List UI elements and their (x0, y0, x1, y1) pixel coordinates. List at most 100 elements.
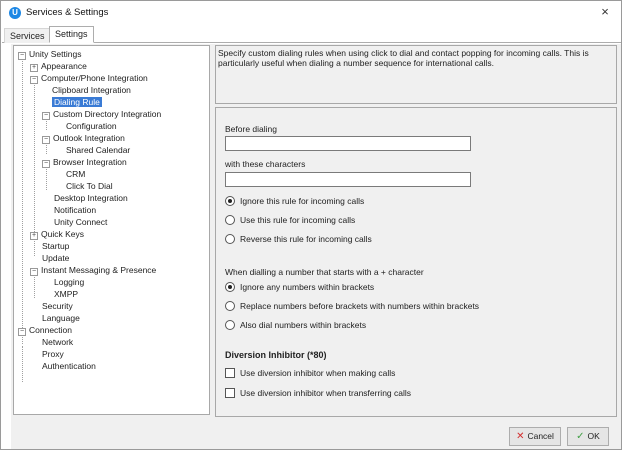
collapse-icon[interactable]: − (42, 160, 50, 168)
use-rule-incoming-label[interactable]: Use this rule for incoming calls (240, 215, 355, 225)
description-text: Specify custom dialing rules when using … (218, 48, 589, 68)
before-dialing-input[interactable] (225, 136, 471, 151)
tree-item-label: Click To Dial (66, 181, 113, 191)
with-characters-label: with these characters (225, 159, 306, 169)
tree-item-language[interactable]: Language (42, 313, 80, 324)
tree-item-label: Configuration (66, 121, 117, 131)
collapse-icon[interactable]: − (30, 268, 38, 276)
diversion-making-calls-checkbox[interactable] (225, 368, 235, 378)
expand-icon[interactable]: + (30, 64, 38, 72)
window-title: Services & Settings (26, 7, 109, 18)
tree-item-startup[interactable]: Startup (42, 241, 69, 252)
tree-item-label: Security (42, 301, 73, 311)
tree-item-appearance[interactable]: + Appearance (30, 61, 87, 72)
tree-item-label: CRM (66, 169, 86, 179)
tree-item-xmpp[interactable]: XMPP (54, 289, 78, 300)
cancel-icon: ✕ (516, 431, 525, 442)
tree-item-authentication[interactable]: Authentication (42, 361, 96, 372)
tree-item-notification[interactable]: Notification (54, 205, 96, 216)
tree-item-label: Authentication (42, 361, 96, 371)
ok-button[interactable]: ✓ OK (567, 427, 609, 446)
before-dialing-label: Before dialing (225, 124, 277, 134)
tree-item-unity-connect[interactable]: Unity Connect (54, 217, 107, 228)
ignore-rule-incoming-radio[interactable] (225, 196, 235, 206)
tree-item-proxy[interactable]: Proxy (42, 349, 64, 360)
tree-item-quick-keys[interactable]: + Quick Keys (30, 229, 84, 240)
tree-item-connection[interactable]: − Connection (18, 325, 72, 336)
app-icon: U (9, 7, 21, 19)
tree-item-label: Startup (42, 241, 70, 251)
tree-connector (46, 166, 47, 190)
diversion-transferring-calls-label[interactable]: Use diversion inhibitor when transferrin… (240, 388, 411, 398)
tree-connector (34, 274, 35, 298)
tree-item-security[interactable]: Security (42, 301, 73, 312)
tree-item-label: Update (42, 253, 70, 263)
collapse-icon[interactable]: − (42, 112, 50, 120)
tree-item-crm[interactable]: CRM (66, 169, 85, 180)
settings-tree[interactable]: − Unity Settings + Appearance − Computer/Ph… (13, 45, 210, 415)
title-bar: U Services & Settings × (1, 1, 621, 25)
tree-item-label: Quick Keys (41, 229, 84, 239)
tree-item-clipboard-integration[interactable]: Clipboard Integration (52, 85, 131, 96)
tab-services[interactable]: Services (4, 28, 51, 43)
tab-settings[interactable]: Settings (49, 26, 94, 43)
tree-item-desktop-integration[interactable]: Desktop Integration (54, 193, 128, 204)
description-panel: Specify custom dialing rules when using … (215, 45, 617, 104)
tree-item-logging[interactable]: Logging (54, 277, 84, 288)
tree-item-update[interactable]: Update (42, 253, 69, 264)
tree-item-label: Computer/Phone Integration (41, 73, 148, 83)
replace-brackets-radio[interactable] (225, 301, 235, 311)
collapse-icon[interactable]: − (42, 136, 50, 144)
diversion-transferring-calls-checkbox[interactable] (225, 388, 235, 398)
tree-item-label: Browser Integration (53, 157, 127, 167)
dialing-rule-panel: Before dialing with these characters Ign… (215, 107, 617, 417)
collapse-icon[interactable]: − (18, 328, 26, 336)
tree-item-computer-phone-integration[interactable]: − Computer/Phone Integration (30, 73, 148, 84)
close-button[interactable]: × (597, 4, 613, 20)
ignore-rule-incoming-label[interactable]: Ignore this rule for incoming calls (240, 196, 364, 206)
also-dial-brackets-label[interactable]: Also dial numbers within brackets (240, 320, 366, 330)
tree-item-shared-calendar[interactable]: Shared Calendar (66, 145, 130, 156)
tree-item-label: Shared Calendar (66, 145, 131, 155)
expand-icon[interactable]: + (30, 232, 38, 240)
tree-item-unity-settings[interactable]: − Unity Settings (18, 49, 81, 60)
tree-item-outlook-integration[interactable]: − Outlook Integration (42, 133, 125, 144)
tree-item-custom-directory-integration[interactable]: − Custom Directory Integration (42, 109, 161, 120)
tree-item-label: Network (42, 337, 74, 347)
diversion-making-calls-label[interactable]: Use diversion inhibitor when making call… (240, 368, 395, 378)
plus-number-heading: When dialling a number that starts with … (225, 267, 424, 277)
tree-item-label: Notification (54, 205, 97, 215)
with-characters-input[interactable] (225, 172, 471, 187)
tree-item-label: Logging (54, 277, 85, 287)
tree-item-label: Connection (29, 325, 73, 335)
use-rule-incoming-radio[interactable] (225, 215, 235, 225)
tree-item-click-to-dial[interactable]: Click To Dial (66, 181, 113, 192)
reverse-rule-incoming-label[interactable]: Reverse this rule for incoming calls (240, 234, 372, 244)
tree-connector (22, 346, 23, 382)
ignore-brackets-label[interactable]: Ignore any numbers within brackets (240, 282, 374, 292)
also-dial-brackets-radio[interactable] (225, 320, 235, 330)
tree-item-label: Proxy (42, 349, 64, 359)
tree-item-dialing-rule[interactable]: Dialing Rule (52, 97, 102, 108)
tree-item-configuration[interactable]: Configuration (66, 121, 117, 132)
replace-brackets-label[interactable]: Replace numbers before brackets with num… (240, 301, 479, 311)
tree-item-instant-messaging-presence[interactable]: − Instant Messaging & Presence (30, 265, 156, 276)
settings-window: U Services & Settings × Services Setting… (0, 0, 622, 450)
tree-item-browser-integration[interactable]: − Browser Integration (42, 157, 127, 168)
tree-item-label: Instant Messaging & Presence (41, 265, 157, 275)
tree-item-network[interactable]: Network (42, 337, 73, 348)
cancel-button[interactable]: ✕ Cancel (509, 427, 561, 446)
collapse-icon[interactable]: − (30, 76, 38, 84)
tree-item-label: Dialing Rule (52, 97, 102, 107)
ignore-brackets-radio[interactable] (225, 282, 235, 292)
collapse-icon[interactable]: − (18, 52, 26, 60)
tree-item-label: XMPP (54, 289, 79, 299)
ok-icon: ✓ (576, 431, 585, 442)
tree-item-label: Appearance (41, 61, 87, 71)
tree-item-label: Desktop Integration (54, 193, 128, 203)
tree-item-label: Custom Directory Integration (53, 109, 162, 119)
tree-item-label: Clipboard Integration (52, 85, 131, 95)
tree-item-label: Unity Connect (54, 217, 108, 227)
reverse-rule-incoming-radio[interactable] (225, 234, 235, 244)
tree-item-label: Language (42, 313, 80, 323)
